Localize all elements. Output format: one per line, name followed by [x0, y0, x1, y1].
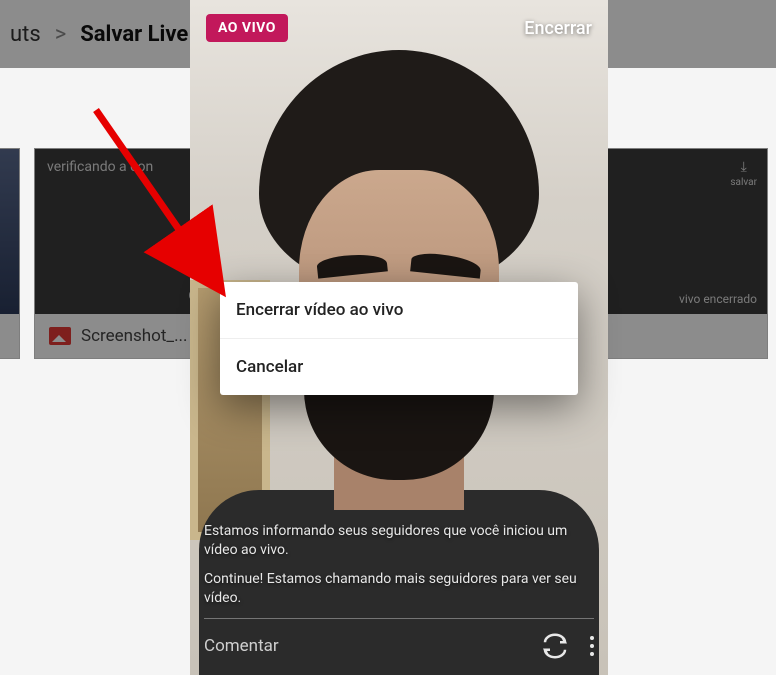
end-live-cancel-button[interactable]: Cancelar — [220, 338, 578, 395]
download-icon: ⤓ salvar — [730, 159, 757, 188]
end-live-confirm-button[interactable]: Encerrar vídeo ao vivo — [220, 282, 578, 338]
notify-followers-text-2: Continue! Estamos chamando mais seguidor… — [204, 570, 594, 608]
comment-row: Comentar — [204, 618, 594, 661]
thumbnail-filename-1: Screenshot_... — [81, 326, 188, 346]
more-options-icon[interactable] — [590, 636, 594, 656]
comment-input[interactable]: Comentar — [204, 635, 540, 658]
thumbnail-live-ended-text: vivo encerrado — [679, 292, 757, 306]
thumbnail-card-prev[interactable] — [0, 148, 20, 359]
live-badge: AO VIVO — [206, 14, 288, 42]
notify-followers-text-1: Estamos informando seus seguidores que v… — [204, 522, 594, 560]
phone-topbar: AO VIVO Encerrar — [190, 0, 608, 56]
image-file-icon — [49, 327, 71, 345]
switch-camera-icon[interactable] — [540, 631, 570, 661]
breadcrumb-separator: > — [55, 22, 67, 47]
breadcrumb-current: Salvar Live — [80, 22, 188, 47]
end-live-dialog: Encerrar vídeo ao vivo Cancelar — [220, 282, 578, 395]
end-live-button[interactable]: Encerrar — [524, 18, 592, 39]
live-bottom-overlay: Estamos informando seus seguidores que v… — [190, 510, 608, 675]
breadcrumb-parent[interactable]: uts — [10, 22, 41, 47]
